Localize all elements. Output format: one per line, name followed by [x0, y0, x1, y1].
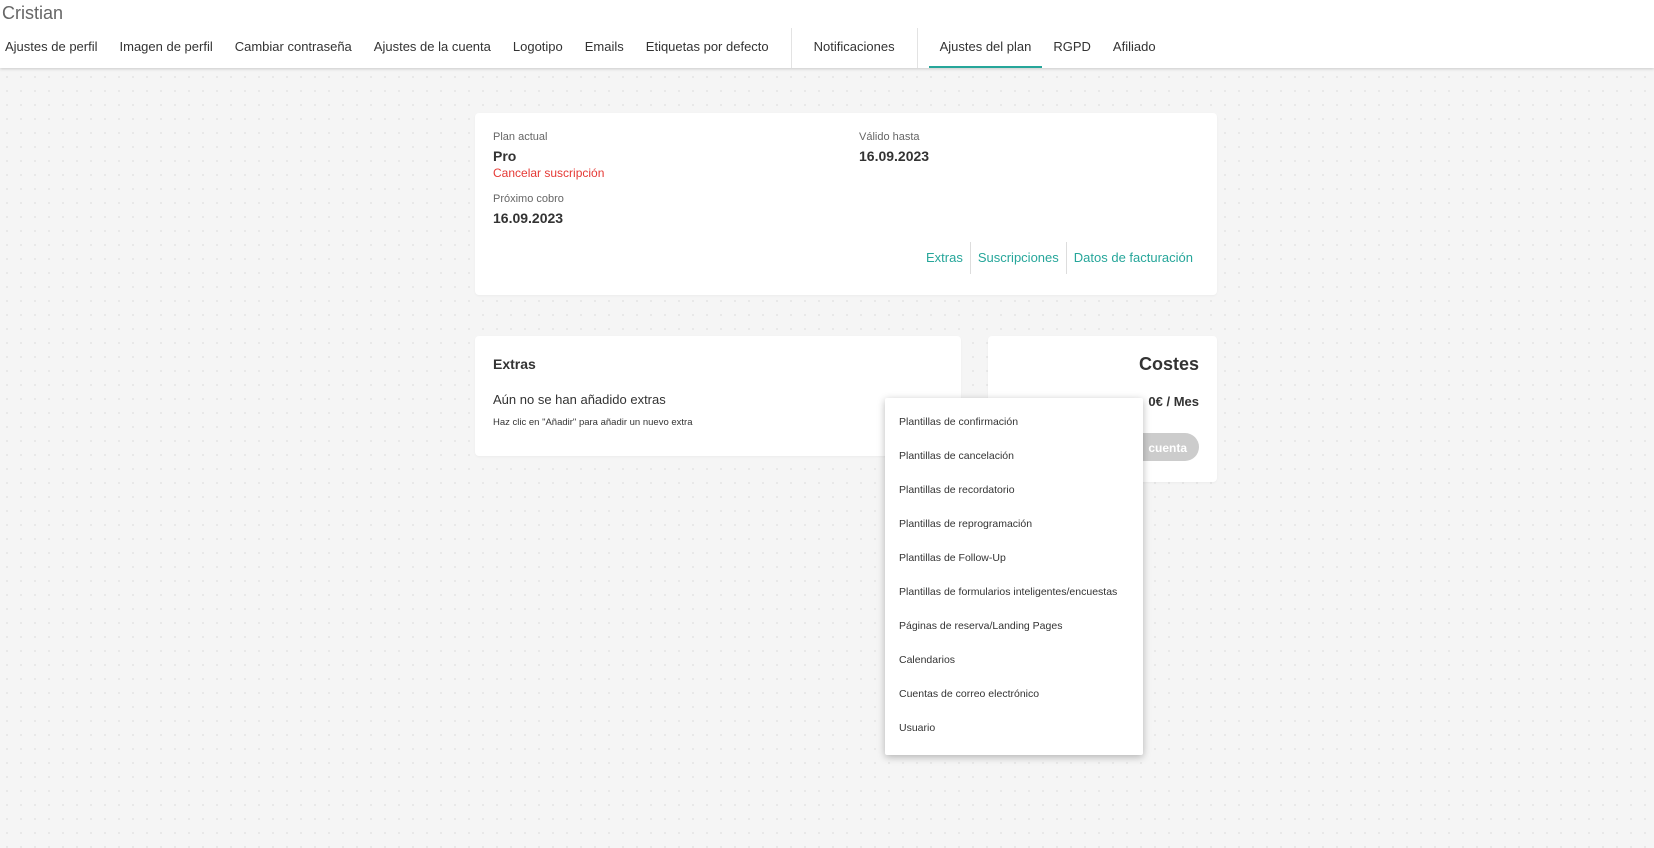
tab-affiliate[interactable]: Afiliado	[1102, 28, 1167, 68]
costs-price: 0€ / Mes	[1148, 394, 1199, 409]
user-name: Cristian	[2, 3, 64, 23]
tab-profile-image[interactable]: Imagen de perfil	[109, 28, 224, 68]
tab-change-password[interactable]: Cambiar contraseña	[224, 28, 363, 68]
plan-card: Plan actual Pro Cancelar suscripción Pró…	[475, 113, 1217, 295]
menu-item-cancellation-templates[interactable]: Plantillas de cancelación	[885, 439, 1143, 473]
extras-title: Extras	[493, 356, 536, 372]
tab-gdpr[interactable]: RGPD	[1042, 28, 1102, 68]
tab-divider	[790, 28, 792, 68]
plan-links: Extras Suscripciones Datos de facturació…	[919, 242, 1200, 274]
cancel-subscription-link[interactable]: Cancelar suscripción	[493, 166, 604, 180]
menu-item-email-accounts[interactable]: Cuentas de correo electrónico	[885, 677, 1143, 711]
subscriptions-link[interactable]: Suscripciones	[971, 243, 1066, 273]
top-header: Cristian Ajustes de perfil Imagen de per…	[0, 0, 1654, 68]
tab-plan-settings[interactable]: Ajustes del plan	[928, 28, 1043, 68]
current-plan-value: Pro	[493, 148, 517, 164]
valid-until-label: Válido hasta	[859, 131, 920, 143]
menu-item-booking-pages[interactable]: Páginas de reserva/Landing Pages	[885, 609, 1143, 643]
extras-hint: Haz clic en "Añadir" para añadir un nuev…	[493, 417, 693, 428]
menu-item-confirmation-templates[interactable]: Plantillas de confirmación	[885, 405, 1143, 439]
menu-item-calendars[interactable]: Calendarios	[885, 643, 1143, 677]
menu-item-smart-form-templates[interactable]: Plantillas de formularios inteligentes/e…	[885, 575, 1143, 609]
tab-notifications[interactable]: Notificaciones	[803, 28, 906, 68]
tab-divider	[916, 28, 918, 68]
extras-link[interactable]: Extras	[919, 243, 970, 273]
add-extra-dropdown-menu: Plantillas de confirmación Plantillas de…	[885, 398, 1143, 755]
menu-item-reschedule-templates[interactable]: Plantillas de reprogramación	[885, 507, 1143, 541]
menu-item-user[interactable]: Usuario	[885, 711, 1143, 745]
settings-tabs: Ajustes de perfil Imagen de perfil Cambi…	[0, 28, 1167, 68]
current-plan-label: Plan actual	[493, 131, 548, 143]
tab-emails[interactable]: Emails	[574, 28, 635, 68]
tab-default-tags[interactable]: Etiquetas por defecto	[635, 28, 780, 68]
valid-until-value: 16.09.2023	[859, 148, 930, 164]
next-charge-value: 16.09.2023	[493, 210, 564, 226]
billing-data-link[interactable]: Datos de facturación	[1067, 243, 1200, 273]
tab-account-settings[interactable]: Ajustes de la cuenta	[363, 28, 502, 68]
tab-logo[interactable]: Logotipo	[502, 28, 574, 68]
extras-empty-text: Aún no se han añadido extras	[493, 392, 666, 407]
next-charge-label: Próximo cobro	[493, 193, 564, 205]
menu-item-reminder-templates[interactable]: Plantillas de recordatorio	[885, 473, 1143, 507]
costs-title: Costes	[1138, 354, 1199, 374]
menu-item-follow-up-templates[interactable]: Plantillas de Follow-Up	[885, 541, 1143, 575]
tab-profile-settings[interactable]: Ajustes de perfil	[0, 28, 109, 68]
